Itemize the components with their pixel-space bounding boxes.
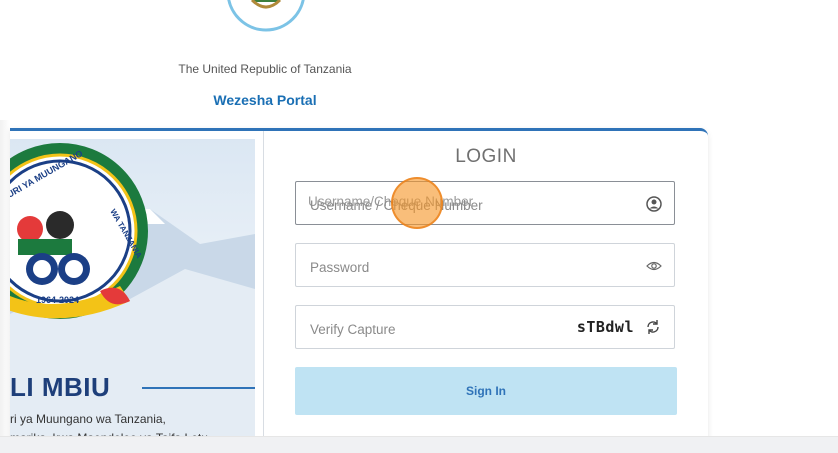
- captcha-input[interactable]: [308, 317, 542, 341]
- captcha-code: sTBdwl: [576, 318, 634, 336]
- muungano-60-years-logo: URI YA MUUNGANO WA TANZANIA 1964-2024: [10, 143, 148, 319]
- left-shadow: [0, 120, 10, 436]
- country-name: The United Republic of Tanzania: [178, 62, 352, 76]
- login-page: The United Republic of Tanzania Wezesha …: [0, 0, 838, 453]
- banner-title: LI MBIU: [10, 372, 111, 402]
- svg-text:1964-2024: 1964-2024: [36, 295, 79, 305]
- login-title: LOGIN: [455, 146, 517, 167]
- sign-in-button[interactable]: Sign In: [295, 367, 677, 415]
- tanzania-coat-of-arms-icon: [227, 0, 305, 32]
- username-field[interactable]: Username/Cheque Number: [295, 181, 675, 225]
- refresh-icon[interactable]: [644, 318, 662, 336]
- user-circle-icon: [646, 196, 662, 212]
- username-input[interactable]: [308, 193, 632, 217]
- bottom-bar: [0, 436, 838, 453]
- password-input[interactable]: [308, 255, 632, 279]
- eye-icon[interactable]: [646, 258, 662, 274]
- portal-title: Wezesha Portal: [213, 92, 317, 108]
- login-card: URI YA MUUNGANO WA TANZANIA 1964-2024 LI…: [10, 128, 708, 439]
- vertical-divider: [263, 131, 264, 439]
- banner-panel: URI YA MUUNGANO WA TANZANIA 1964-2024 LI…: [10, 139, 255, 439]
- banner-divider-line: [142, 387, 255, 389]
- captcha-field[interactable]: sTBdwl: [295, 305, 675, 349]
- banner-text-line-1: ri ya Muungano wa Tanzania,: [10, 412, 166, 426]
- password-field[interactable]: [295, 243, 675, 287]
- page-header: The United Republic of Tanzania Wezesha …: [130, 0, 400, 120]
- click-cursor-indicator: [391, 177, 443, 229]
